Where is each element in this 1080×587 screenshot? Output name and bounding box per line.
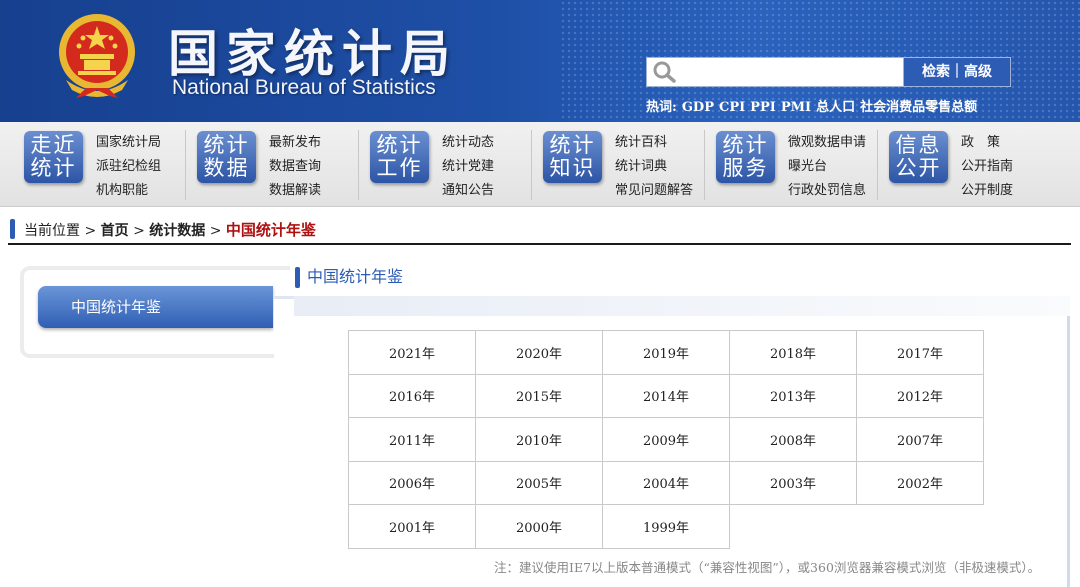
breadcrumb-home-link[interactable]: 首页 bbox=[101, 223, 129, 239]
year-link[interactable]: 2020年 bbox=[475, 330, 603, 375]
site-header: 国家统计局 National Bureau of Statistics 检索｜高… bbox=[0, 0, 1080, 122]
nav-divider bbox=[531, 130, 532, 200]
year-link[interactable]: 2010年 bbox=[475, 417, 603, 462]
year-link[interactable]: 2003年 bbox=[729, 460, 857, 505]
year-link[interactable]: 2021年 bbox=[348, 330, 476, 375]
empty-cell bbox=[729, 504, 857, 548]
year-link[interactable]: 2017年 bbox=[856, 330, 984, 375]
browser-compat-note: 注：建议使用IE7以上版本普通模式（“兼容性视图”），或360浏览器兼容模式浏览… bbox=[494, 560, 1041, 575]
breadcrumb-data-link[interactable]: 统计数据 bbox=[149, 223, 205, 239]
hotword-link[interactable]: 社会消费品零售总额 bbox=[860, 100, 977, 115]
year-link[interactable]: 2011年 bbox=[348, 417, 476, 462]
nav-link[interactable]: 国家统计局 bbox=[96, 131, 161, 155]
empty-cell bbox=[856, 504, 984, 548]
nav-divider bbox=[704, 130, 705, 200]
nav-link[interactable]: 常见问题解答 bbox=[615, 179, 693, 203]
nav-divider bbox=[185, 130, 186, 200]
nav-link[interactable]: 通知公告 bbox=[442, 179, 494, 203]
nav-tile-data[interactable]: 统计 数据 bbox=[197, 131, 256, 183]
year-link[interactable]: 2005年 bbox=[475, 460, 603, 505]
year-link[interactable]: 1999年 bbox=[602, 504, 730, 549]
year-link[interactable]: 2014年 bbox=[602, 373, 730, 418]
hotwords-label: 热词: bbox=[646, 100, 677, 115]
section-marker bbox=[295, 267, 300, 288]
year-link[interactable]: 2018年 bbox=[729, 330, 857, 375]
year-link[interactable]: 2016年 bbox=[348, 373, 476, 418]
hotwords-bar: 热词: GDP CPI PPI PMI 总人口 社会消费品零售总额 bbox=[646, 96, 982, 115]
year-link[interactable]: 2015年 bbox=[475, 373, 603, 418]
nav-link[interactable]: 机构职能 bbox=[96, 179, 161, 203]
year-link[interactable]: 2001年 bbox=[348, 504, 476, 549]
nav-tile-service[interactable]: 统计 服务 bbox=[716, 131, 775, 183]
nav-tile-disclosure[interactable]: 信息 公开 bbox=[889, 131, 948, 183]
breadcrumb-marker bbox=[10, 219, 15, 239]
nav-link[interactable]: 统计百科 bbox=[615, 131, 693, 155]
year-link[interactable]: 2000年 bbox=[475, 504, 603, 549]
year-link[interactable]: 2013年 bbox=[729, 373, 857, 418]
nav-link[interactable]: 最新发布 bbox=[269, 131, 321, 155]
hotword-link[interactable]: GDP bbox=[682, 100, 714, 115]
nav-divider bbox=[358, 130, 359, 200]
nav-link[interactable]: 公开制度 bbox=[961, 179, 1013, 203]
nav-link[interactable]: 政 策 bbox=[961, 131, 1013, 155]
main-nav: 走近 统计 国家统计局 派驻纪检组 机构职能 统计 数据 最新发布 数据查询 数据解… bbox=[0, 122, 1080, 207]
nav-tile-knowledge[interactable]: 统计 知识 bbox=[543, 131, 602, 183]
nav-tile-about[interactable]: 走近 统计 bbox=[24, 131, 83, 183]
sidebar-item-yearbook[interactable]: 中国统计年鉴 bbox=[38, 286, 273, 328]
year-link[interactable]: 2006年 bbox=[348, 460, 476, 505]
nav-link[interactable]: 曝光台 bbox=[788, 155, 866, 179]
hotword-link[interactable]: CPI bbox=[719, 100, 745, 115]
search-button[interactable]: 检索｜高级 bbox=[903, 57, 1011, 87]
year-link[interactable]: 2012年 bbox=[856, 373, 984, 418]
search-input[interactable] bbox=[646, 57, 904, 87]
nav-link[interactable]: 统计词典 bbox=[615, 155, 693, 179]
national-emblem-icon bbox=[59, 14, 135, 98]
section-title: 中国统计年鉴 bbox=[307, 267, 404, 286]
breadcrumb-separator: > bbox=[133, 223, 145, 239]
nav-link[interactable]: 统计动态 bbox=[442, 131, 494, 155]
breadcrumb-label: 当前位置 > bbox=[24, 223, 97, 239]
breadcrumb: 当前位置 > 首页 > 统计数据 > 中国统计年鉴 bbox=[24, 219, 316, 242]
breadcrumb-current: 中国统计年鉴 bbox=[225, 221, 316, 239]
year-link[interactable]: 2002年 bbox=[856, 460, 984, 505]
nav-link[interactable]: 数据解读 bbox=[269, 179, 321, 203]
nav-tile-work[interactable]: 统计 工作 bbox=[370, 131, 429, 183]
nav-link[interactable]: 数据查询 bbox=[269, 155, 321, 179]
nav-link[interactable]: 行政处罚信息 bbox=[788, 179, 866, 203]
nav-link[interactable]: 微观数据申请 bbox=[788, 131, 866, 155]
yearbook-table: 2021年 2020年 2019年 2018年 2017年 2016年 2015… bbox=[348, 330, 984, 549]
year-link[interactable]: 2007年 bbox=[856, 417, 984, 462]
nav-link[interactable]: 派驻纪检组 bbox=[96, 155, 161, 179]
year-link[interactable]: 2009年 bbox=[602, 417, 730, 462]
year-link[interactable]: 2019年 bbox=[602, 330, 730, 375]
hotword-link[interactable]: 总人口 bbox=[816, 100, 855, 115]
year-link[interactable]: 2004年 bbox=[602, 460, 730, 505]
nav-link[interactable]: 公开指南 bbox=[961, 155, 1013, 179]
hotword-link[interactable]: PPI bbox=[750, 100, 776, 115]
nav-divider bbox=[877, 130, 878, 200]
nav-link[interactable]: 统计党建 bbox=[442, 155, 494, 179]
breadcrumb-divider bbox=[8, 243, 1071, 245]
year-link[interactable]: 2008年 bbox=[729, 417, 857, 462]
hotword-link[interactable]: PMI bbox=[781, 100, 811, 115]
content-panel-header bbox=[294, 296, 1070, 316]
search-icon[interactable] bbox=[652, 60, 678, 84]
site-title-en: National Bureau of Statistics bbox=[172, 76, 436, 99]
breadcrumb-separator: > bbox=[209, 223, 222, 239]
